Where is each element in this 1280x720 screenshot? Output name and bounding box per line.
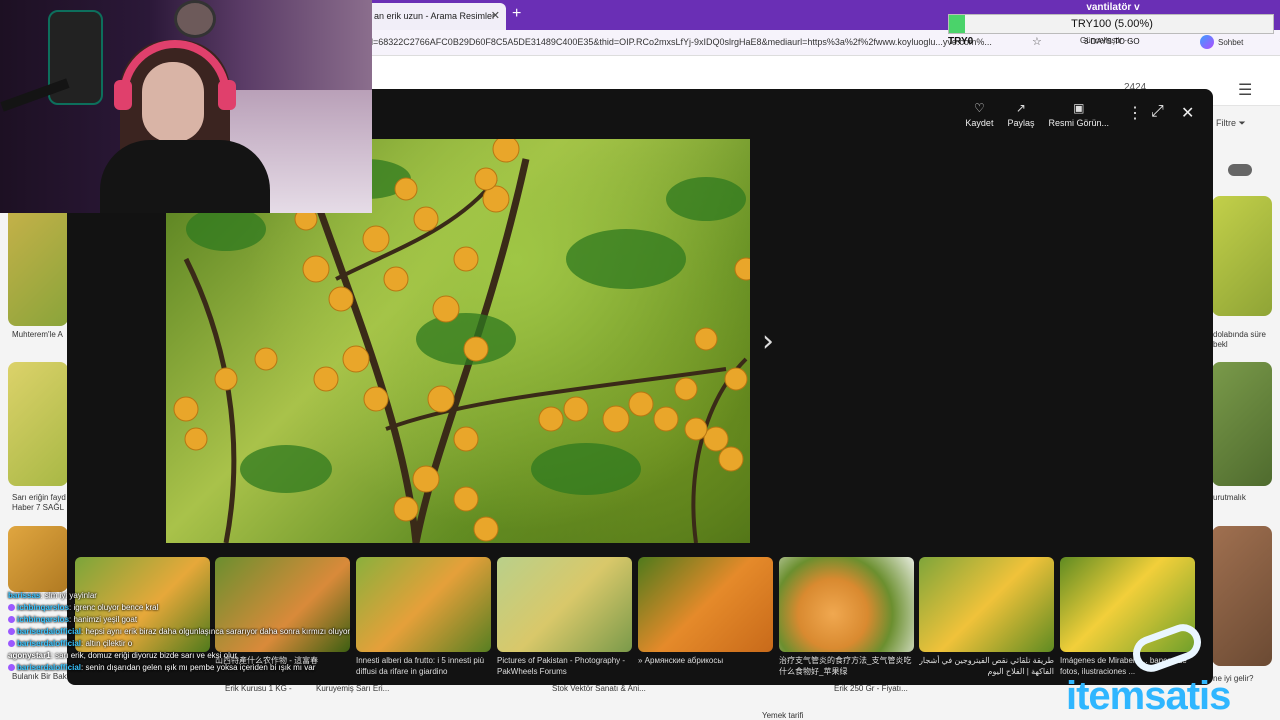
related-image-thumb[interactable] [638, 557, 773, 652]
chat-message: ichbinqarslos: igrenc oluyor bence kral [8, 602, 468, 614]
tab-close-icon[interactable]: ✕ [491, 9, 500, 22]
bg-result-thumb[interactable] [1212, 196, 1272, 316]
view-image-label: Resmi Görün... [1048, 118, 1109, 128]
save-button[interactable]: ♡ Kaydet [965, 101, 993, 128]
bg-result-thumb[interactable] [8, 196, 68, 326]
bg-result-thumb[interactable] [8, 362, 68, 486]
tab-title: an erik uzun - Arama Resimler [374, 11, 496, 21]
goal-progress-bar: TRY100 (5.00%) [948, 14, 1274, 34]
bg-result-caption[interactable]: urutmalık [1213, 493, 1273, 502]
chat-text: hanimzi yeşil goat [73, 615, 138, 624]
share-icon: ↗ [1015, 101, 1026, 115]
headphone-ear-right [218, 80, 236, 110]
donation-goal-widget: vantilatör v TRY100 (5.00%) TRY0 3 DAYS … [946, 0, 1280, 50]
share-button[interactable]: ↗ Paylaş [1007, 101, 1034, 128]
chat-text: sarı erik, domuz eriği diyoruz bizde sar… [55, 651, 237, 660]
chat-text: igrenc oluyor bence kral [73, 603, 159, 612]
chat-message: agonystar1: sarı erik, domuz eriği diyor… [8, 650, 468, 662]
bg-result-caption[interactable]: Muhterem'le A [12, 330, 68, 339]
logo-text: itemsatis [1066, 674, 1231, 718]
related-image-caption[interactable]: » Армянские абрикосы [638, 655, 773, 679]
related-image-thumb[interactable] [779, 557, 914, 652]
goal-progress-text: TRY100 (5.00%) [1071, 18, 1153, 30]
wall-clock [174, 0, 216, 38]
related-image-caption[interactable]: 治疗支气管炎的食疗方法_支气管炎吃什么食物好_苹果绿 [779, 655, 914, 679]
chat-text: altın çilektir o [85, 639, 133, 648]
filter-button[interactable]: Filtre ⏷ [1216, 118, 1246, 129]
stream-chat: barissas: slm iyi yayinlar ichbinqarslos:… [8, 590, 468, 674]
bg-result-caption[interactable]: Yemek tarifi [762, 711, 822, 720]
filter-label: Filtre [1216, 118, 1236, 128]
browser-tab[interactable]: an erik uzun - Arama Resimler ✕ [364, 3, 506, 30]
save-label: Kaydet [965, 118, 994, 128]
chat-username: ichbinqarslos [17, 603, 70, 612]
chat-badge-icon [8, 628, 15, 636]
chat-text: senin dışarıdan gelen ışık mı pembe yoks… [85, 663, 316, 672]
chat-username: bariserdalofficial [17, 627, 82, 636]
chat-username: agonystar1 [8, 651, 51, 660]
headphones [120, 40, 230, 100]
bg-result-thumb[interactable] [8, 526, 68, 592]
close-icon[interactable]: ✕ [1181, 103, 1194, 123]
stream-screen: an erik uzun - Arama Resimler ✕ + d=6832… [0, 0, 1280, 720]
new-tab-button[interactable]: + [512, 5, 521, 23]
goal-current: TRY0 [948, 36, 974, 47]
chat-username: bariserdalofficial [17, 639, 82, 648]
bg-result-caption[interactable]: Stok Vektör Sanatı & Ani... [552, 684, 652, 693]
chat-message: ichbinqarslos: hanimzi yeşil goat [8, 614, 468, 626]
share-label: Paylaş [1007, 118, 1035, 128]
bg-result-caption[interactable]: Erik 250 Gr - Fiyatı... [834, 684, 924, 693]
chat-badge-icon [8, 640, 15, 648]
streamer-body [100, 140, 270, 213]
chat-username: barissas [8, 591, 41, 600]
expand-icon[interactable]: ⤢ [1151, 103, 1164, 121]
hamburger-menu-icon[interactable]: ☰ [1238, 80, 1252, 100]
related-image-caption[interactable]: طريقة تلقائي نقص الفيتروجين في أشجار الف… [919, 655, 1054, 679]
related-image-caption[interactable]: Pictures of Pakistan - Photography - Pak… [497, 655, 632, 679]
chat-text: hepsi aynı erik biraz daha olgunlaşınca … [85, 627, 351, 636]
bg-result-thumb[interactable] [1212, 362, 1272, 486]
webcam-overlay [0, 0, 372, 213]
goal-days-left: 3 DAYS TO GO [1084, 37, 1140, 46]
more-options-icon[interactable]: ⋮ [1127, 103, 1143, 123]
chat-badge-icon [8, 604, 15, 612]
chat-username: bariserdalofficial [17, 663, 82, 672]
view-image-button[interactable]: ▣ Resmi Görün... [1048, 101, 1109, 128]
url-field[interactable]: d=68322C2766AFC0B29D60F8C5A5DE31489C400E… [368, 37, 1028, 47]
chat-text: slm iyi yayinlar [44, 591, 97, 600]
next-image-arrow-icon[interactable]: › [762, 324, 774, 359]
chat-message: bariserdalofficial: senin dışarıdan gele… [8, 662, 468, 674]
chat-badge-icon [8, 664, 15, 672]
heart-icon: ♡ [974, 101, 985, 115]
related-image-thumb[interactable] [497, 557, 632, 652]
image-icon: ▣ [1073, 101, 1085, 115]
chat-message: barissas: slm iyi yayinlar [8, 590, 468, 602]
bg-result-caption[interactable]: Sarı eriğin fayd Haber 7 SAĞL [12, 493, 68, 513]
related-image-thumb[interactable] [919, 557, 1054, 652]
sponsor-logo: itemsatis [1066, 619, 1276, 720]
bg-result-caption[interactable]: Erik Kurusu 1 KG - [225, 684, 315, 693]
bg-result-caption[interactable]: dolabında süre bekl [1213, 330, 1273, 350]
chat-badge-icon [8, 616, 15, 624]
chat-message: bariserdalofficial: hepsi aynı erik bira… [8, 626, 468, 638]
chat-message: bariserdalofficial: altın çilektir o [8, 638, 468, 650]
bg-result-caption[interactable]: Kuruyemiş Sarı Eri... [316, 684, 406, 693]
goal-title: vantilatör v [1086, 2, 1140, 13]
chat-username: ichbinqarslos [17, 615, 70, 624]
headphone-ear-left [114, 80, 132, 110]
modal-actions: ♡ Kaydet ↗ Paylaş ▣ Resmi Görün... [965, 101, 1109, 128]
safe-search-toggle[interactable] [1228, 164, 1252, 176]
